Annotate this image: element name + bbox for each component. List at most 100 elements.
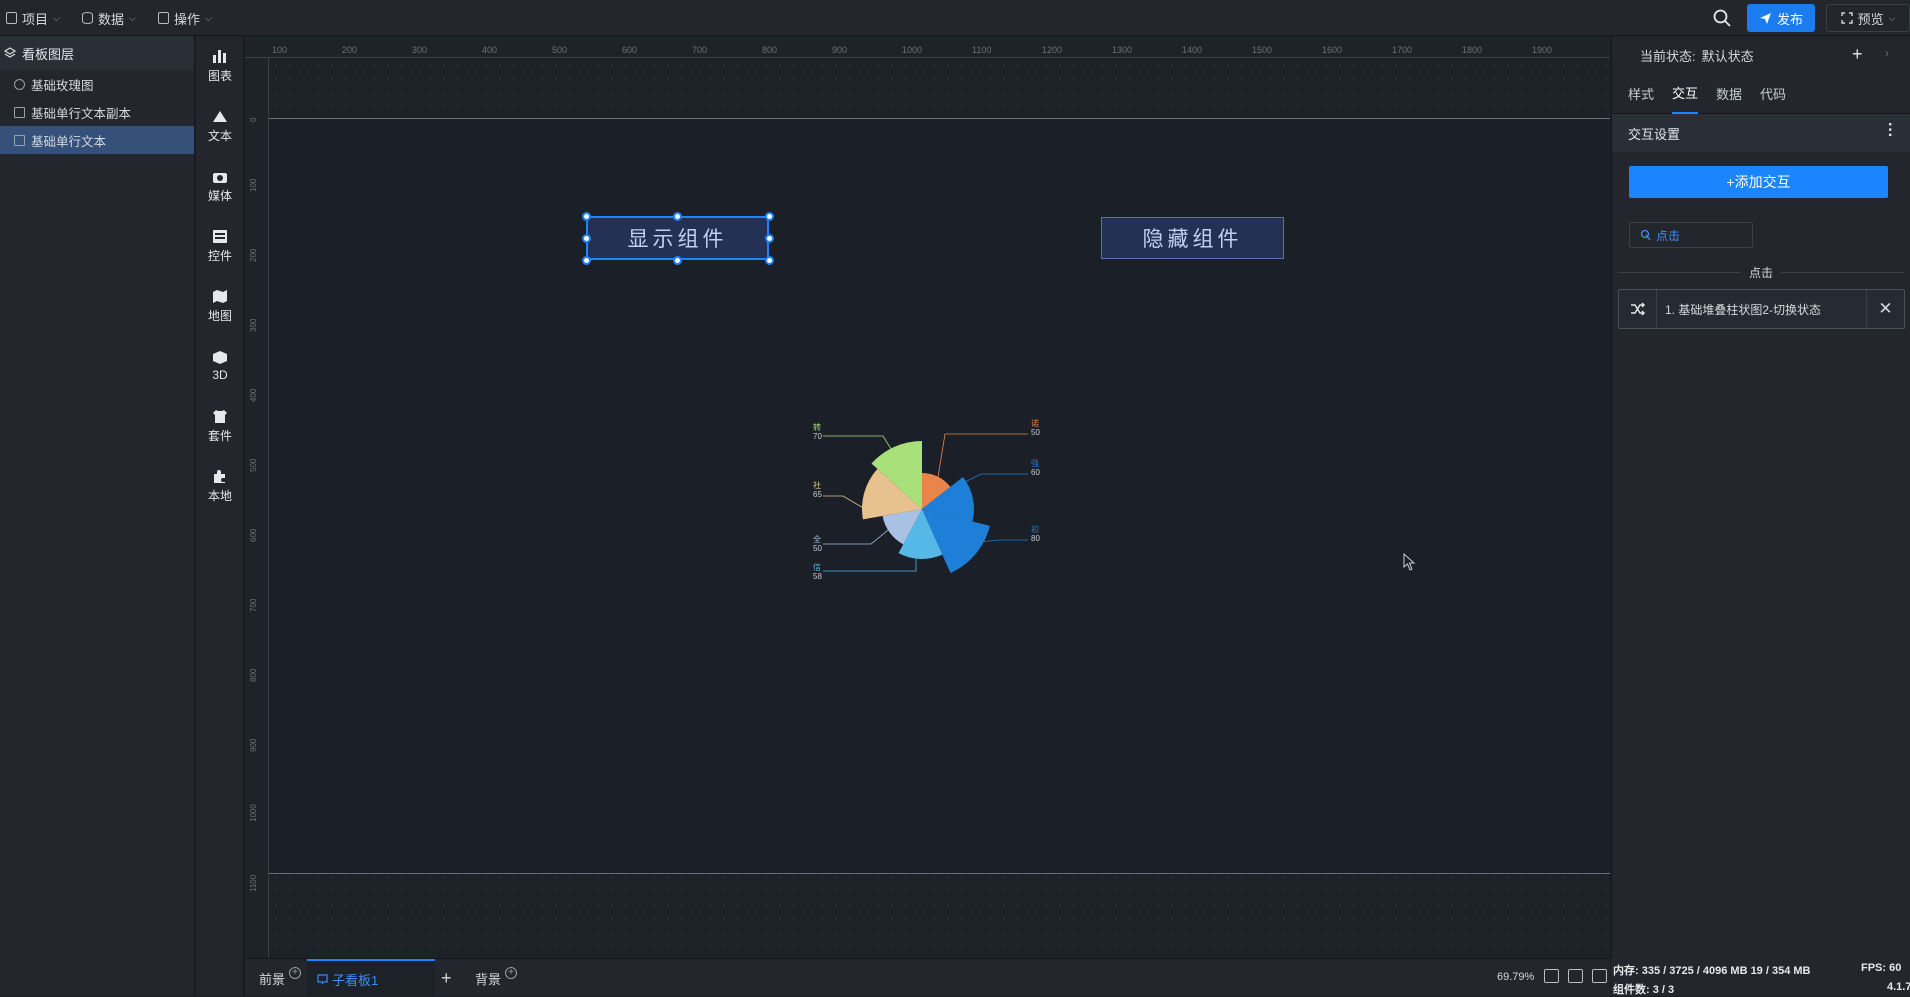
tab-sub-board[interactable]: 子看板1	[307, 959, 435, 997]
tool-media[interactable]: 媒体	[196, 156, 244, 216]
tool-chart[interactable]: 图表	[196, 36, 244, 96]
component-count: 组件数: 3 / 3	[1613, 984, 1675, 996]
trigger-select[interactable]: 点击	[1629, 222, 1753, 248]
tool-widget[interactable]: 控件	[196, 216, 244, 276]
tool-text[interactable]: 文本	[196, 96, 244, 156]
tab-code[interactable]: 代码	[1760, 74, 1786, 113]
map-icon	[213, 289, 227, 303]
show-component-button[interactable]: 显示组件	[586, 216, 769, 260]
fit-screen-icon[interactable]	[1544, 969, 1559, 983]
resize-handle[interactable]	[765, 234, 774, 243]
resize-handle[interactable]	[673, 256, 682, 265]
slice-label-name: 初	[1031, 524, 1039, 534]
fps-status: FPS: 60	[1861, 962, 1902, 974]
resize-handle[interactable]	[582, 234, 591, 243]
keyboard-icon[interactable]	[1568, 969, 1583, 983]
menu-project[interactable]: 项目 ⌵	[6, 0, 60, 36]
tool-local[interactable]: 本地	[196, 456, 244, 516]
media-icon	[213, 172, 227, 183]
mouse-cursor-icon	[1403, 553, 1416, 571]
action-text: 1. 基础堆叠柱状图2-切换状态	[1665, 302, 1822, 317]
slice-label-value: 70	[813, 432, 822, 441]
hide-component-button[interactable]: 隐藏组件	[1101, 217, 1284, 259]
ruler-tick-label: 200	[342, 45, 358, 55]
resize-handle[interactable]	[582, 256, 591, 265]
tool-media-label: 媒体	[207, 188, 232, 203]
add-circle-icon[interactable]: +	[289, 967, 302, 979]
ruler-tick-label: 200	[249, 248, 258, 262]
add-interaction-label: +添加交互	[1726, 174, 1791, 190]
more-menu-icon[interactable]: ···	[1881, 122, 1898, 138]
top-toolbar: 项目 ⌵ 数据 ⌵ 操作 ⌵ 发布 预览 ⌵	[0, 0, 1910, 36]
rose-chart[interactable]: 诺50强60初80信58全50社65转70	[803, 414, 1093, 594]
add-state-icon[interactable]: +	[1852, 44, 1863, 65]
publish-button[interactable]: 发布	[1747, 4, 1815, 32]
ruler-tick-label: 500	[552, 45, 568, 55]
layer-item-text[interactable]: 基础单行文本	[0, 126, 194, 154]
canvas-area[interactable]: 显示组件 隐藏组件 诺 50 强 60 初 80 信 58 全 50 社 65 转 70	[269, 58, 1610, 958]
menu-operation[interactable]: 操作 ⌵	[158, 0, 212, 36]
ruler-tick-label: 1100	[249, 874, 258, 892]
widget-icon	[213, 229, 227, 243]
current-state[interactable]: 当前状态: 默认状态 + ›	[1612, 36, 1910, 74]
zoom-level[interactable]: 69.79%	[1497, 971, 1534, 983]
tool-3d[interactable]: 3D	[196, 336, 244, 396]
ruler-tick-label: 300	[249, 318, 258, 332]
layer-item-label: 基础单行文本	[31, 134, 107, 149]
preview-button[interactable]: 预览 ⌵	[1826, 4, 1910, 32]
label-leader-line	[937, 433, 1028, 478]
add-interaction-button[interactable]: +添加交互	[1629, 166, 1888, 198]
send-icon	[1759, 12, 1771, 24]
component-toolbox: 图表 文本 媒体 控件 地图 3D 套件 本地	[196, 36, 244, 996]
publish-label: 发布	[1776, 11, 1803, 27]
shirt-icon	[213, 409, 227, 423]
chart-icon	[213, 49, 226, 63]
ruler-tick-label: 1300	[1112, 45, 1133, 55]
slice-label-value: 80	[1031, 534, 1040, 543]
resize-handle[interactable]	[765, 212, 774, 221]
layer-item-label: 基础玫瑰图	[31, 78, 94, 93]
chart-icon	[14, 78, 25, 90]
memory-status: 内存: 335 / 3725 / 4096 MB 19 / 354 MB	[1613, 965, 1811, 977]
label-leader-line	[823, 525, 894, 545]
tab-background[interactable]: 背景 +	[475, 959, 518, 997]
resize-handle[interactable]	[582, 212, 591, 221]
layer-item-text-copy[interactable]: 基础单行文本副本	[0, 98, 194, 126]
board-icon	[317, 973, 328, 984]
tab-interaction[interactable]: 交互	[1672, 73, 1699, 114]
tab-data[interactable]: 数据	[1716, 74, 1742, 113]
tool-map[interactable]: 地图	[196, 276, 244, 336]
chevron-right-icon[interactable]: ›	[1885, 46, 1889, 60]
slice-label-value: 50	[813, 544, 822, 553]
add-board-button[interactable]: +	[441, 959, 452, 997]
search-icon[interactable]	[1713, 9, 1731, 27]
close-icon[interactable]: ✕	[1866, 290, 1904, 328]
chevron-down-icon: ⌵	[53, 12, 60, 23]
slice-label-name: 诺	[1031, 418, 1039, 428]
resize-handle[interactable]	[765, 256, 774, 265]
tool-widget-label: 控件	[207, 248, 232, 263]
state-label: 当前状态:	[1640, 48, 1696, 64]
ruler-tick-label: 700	[692, 45, 708, 55]
tool-map-label: 地图	[207, 308, 232, 323]
resize-handle[interactable]	[673, 212, 682, 221]
layer-item-rose-chart[interactable]: 基础玫瑰图	[0, 70, 194, 98]
tab-foreground[interactable]: 前景 +	[255, 959, 305, 997]
tab-style[interactable]: 样式	[1628, 74, 1654, 113]
click-icon	[1640, 229, 1651, 241]
ruler-tick-label: 1200	[1042, 45, 1063, 55]
slice-label-value: 65	[813, 490, 822, 499]
menu-data[interactable]: 数据 ⌵	[82, 0, 136, 36]
text-icon	[213, 110, 227, 122]
canvas-tools	[1544, 969, 1607, 983]
slice-label-name: 强	[1031, 459, 1039, 468]
add-circle-icon[interactable]: +	[505, 967, 518, 979]
tool-local-label: 本地	[207, 488, 232, 503]
dashboard-screen[interactable]: 显示组件 隐藏组件 诺 50 强 60 初 80 信 58 全 50 社 65 转 70	[269, 118, 1610, 874]
chevron-down-icon: ⌵	[1888, 12, 1896, 23]
ruler-tick-label: 100	[272, 45, 288, 55]
terminal-icon[interactable]	[1592, 969, 1607, 983]
tool-kit[interactable]: 套件	[196, 396, 244, 456]
ruler-tick-label: 1900	[1532, 45, 1553, 55]
interaction-action-row[interactable]: 1. 基础堆叠柱状图2-切换状态 ✕	[1618, 289, 1905, 329]
